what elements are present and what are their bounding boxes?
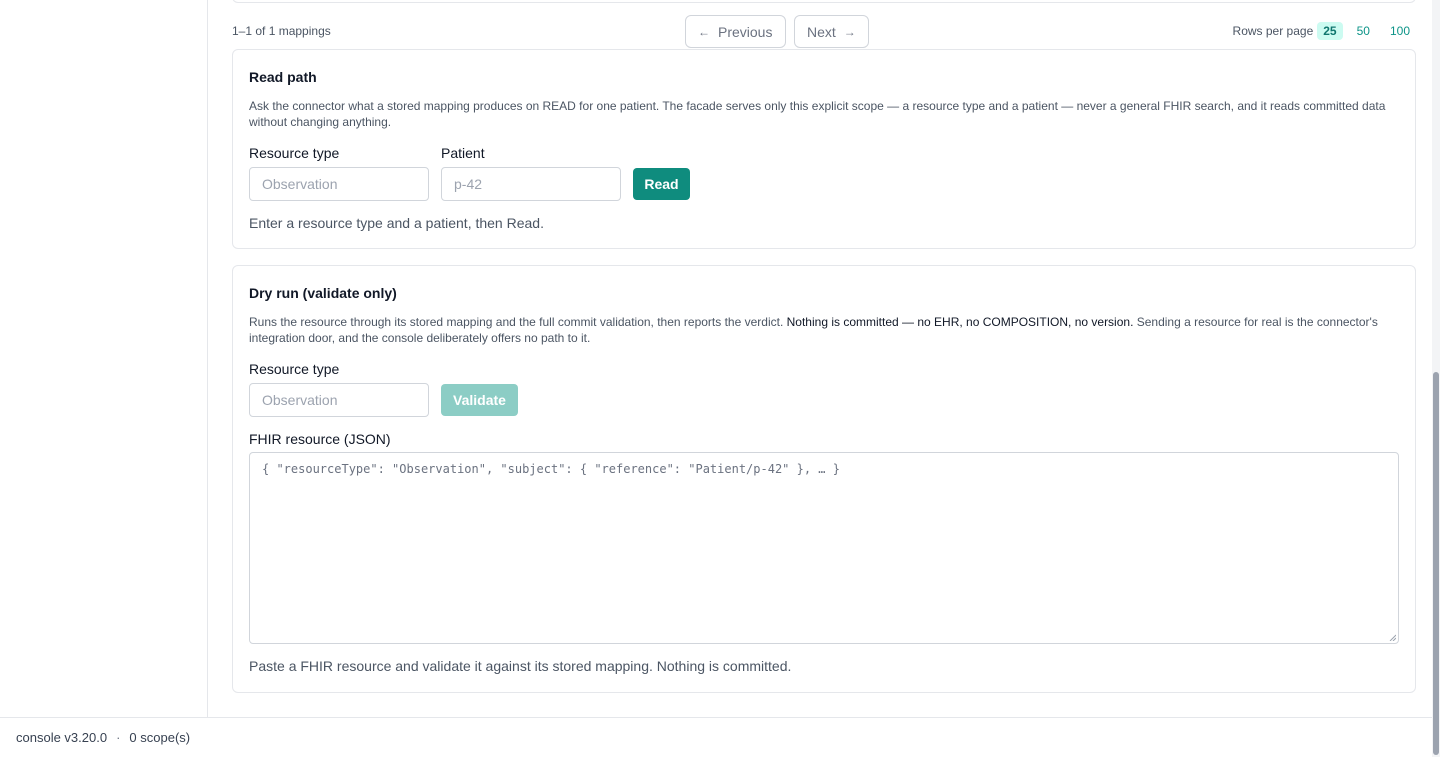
rows-per-page: Rows per page 25 50 100 — [1233, 22, 1416, 40]
dry-run-resource-type-input[interactable]: Observation — [249, 383, 429, 417]
resource-type-label: Resource type — [249, 145, 340, 161]
rows-option-100[interactable]: 100 — [1384, 22, 1416, 40]
fhir-json-placeholder: { "resourceType": "Observation", "subjec… — [262, 462, 840, 476]
dry-run-description: Runs the resource through its stored map… — [249, 314, 1399, 346]
mappings-table-card — [232, 0, 1416, 3]
patient-input[interactable]: p-42 — [441, 167, 621, 201]
next-label: Next — [807, 23, 836, 40]
footer-separator: · — [116, 730, 121, 745]
dry-run-description-emphasis: Nothing is committed — no EHR, no COMPOS… — [786, 315, 1134, 329]
read-path-description: Ask the connector what a stored mapping … — [249, 99, 1386, 129]
dry-run-resource-type-label: Resource type — [249, 361, 340, 377]
scope-count: 0 scope(s) — [129, 730, 191, 745]
sidebar — [0, 0, 208, 717]
previous-label: Previous — [718, 23, 773, 40]
read-resource-type-input[interactable]: Observation — [249, 167, 429, 201]
read-path-title: Read path — [249, 69, 317, 85]
page-scrollbar[interactable] — [1432, 0, 1440, 757]
fhir-json-textarea[interactable]: { "resourceType": "Observation", "subjec… — [249, 452, 1399, 644]
resize-handle-icon[interactable] — [1388, 633, 1396, 641]
validate-button[interactable]: Validate — [441, 384, 518, 416]
arrow-right-icon: → — [843, 24, 856, 39]
arrow-left-icon: ← — [698, 24, 710, 39]
dry-run-card: Dry run (validate only) Runs the resourc… — [232, 265, 1416, 693]
read-path-hint: Enter a resource type and a patient, the… — [249, 215, 544, 231]
previous-page-button[interactable]: ← Previous — [685, 15, 786, 48]
next-page-button[interactable]: Next → — [794, 15, 869, 48]
dry-run-hint: Paste a FHIR resource and validate it ag… — [249, 658, 792, 674]
footer: console v3.20.0 · 0 scope(s) — [0, 717, 1432, 757]
rows-per-page-label: Rows per page — [1232, 24, 1314, 38]
fhir-json-label: FHIR resource (JSON) — [249, 431, 391, 447]
main-content: 1–1 of 1 mappings ← Previous Next → Rows… — [208, 0, 1432, 717]
rows-option-25[interactable]: 25 — [1317, 22, 1343, 40]
rows-option-50[interactable]: 50 — [1351, 22, 1376, 40]
console-version: console v3.20.0 — [16, 730, 108, 745]
read-path-card: Read path Ask the connector what a store… — [232, 49, 1416, 249]
read-button[interactable]: Read — [633, 168, 690, 200]
scrollbar-thumb[interactable] — [1433, 372, 1439, 755]
dry-run-description-text: Runs the resource through its stored map… — [249, 315, 787, 329]
pagination-bar: 1–1 of 1 mappings ← Previous Next → Rows… — [232, 14, 1416, 50]
dry-run-title: Dry run (validate only) — [249, 285, 397, 301]
mappings-count: 1–1 of 1 mappings — [232, 24, 331, 38]
patient-label: Patient — [441, 145, 485, 161]
